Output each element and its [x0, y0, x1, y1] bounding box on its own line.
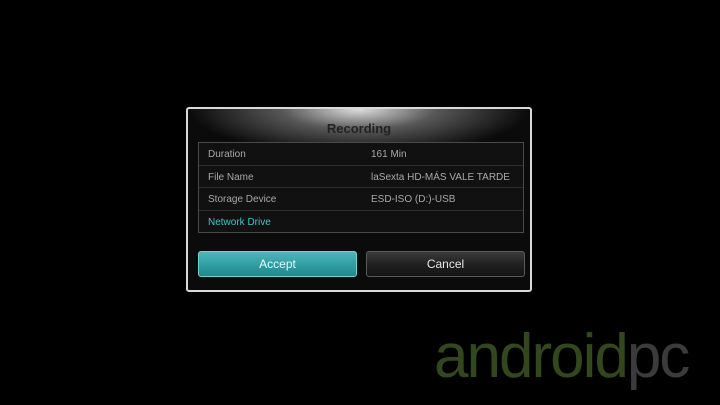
info-row-storage-device[interactable]: Storage Device ESD-ISO (D:)-USB — [199, 188, 523, 211]
duration-label: Duration — [208, 149, 246, 160]
androidpc-watermark: androidpc — [434, 326, 690, 388]
dialog-title: Recording — [326, 121, 392, 136]
watermark-main-text: android — [434, 322, 629, 391]
network-drive-label: Network Drive — [208, 216, 271, 228]
accept-button[interactable]: Accept — [198, 251, 357, 277]
cancel-button[interactable]: Cancel — [366, 251, 525, 277]
info-row-file-name: File Name laSexta HD-MÁS VALE TARDE — [199, 166, 523, 188]
tv-screen: Recording Duration 161 Min File Name laS… — [0, 0, 720, 405]
storage-device-value: ESD-ISO (D:)-USB — [371, 194, 456, 205]
recording-dialog: Recording Duration 161 Min File Name laS… — [186, 107, 532, 292]
watermark-accent-text: pc — [626, 322, 691, 391]
storage-device-label: Storage Device — [208, 194, 277, 205]
info-row-network-drive[interactable]: Network Drive — [199, 211, 523, 234]
file-name-value: laSexta HD-MÁS VALE TARDE — [371, 171, 510, 183]
recording-info-table: Duration 161 Min File Name laSexta HD-MÁ… — [198, 142, 524, 233]
duration-value: 161 Min — [371, 149, 407, 160]
file-name-label: File Name — [208, 171, 254, 183]
info-row-duration: Duration 161 Min — [199, 143, 523, 166]
